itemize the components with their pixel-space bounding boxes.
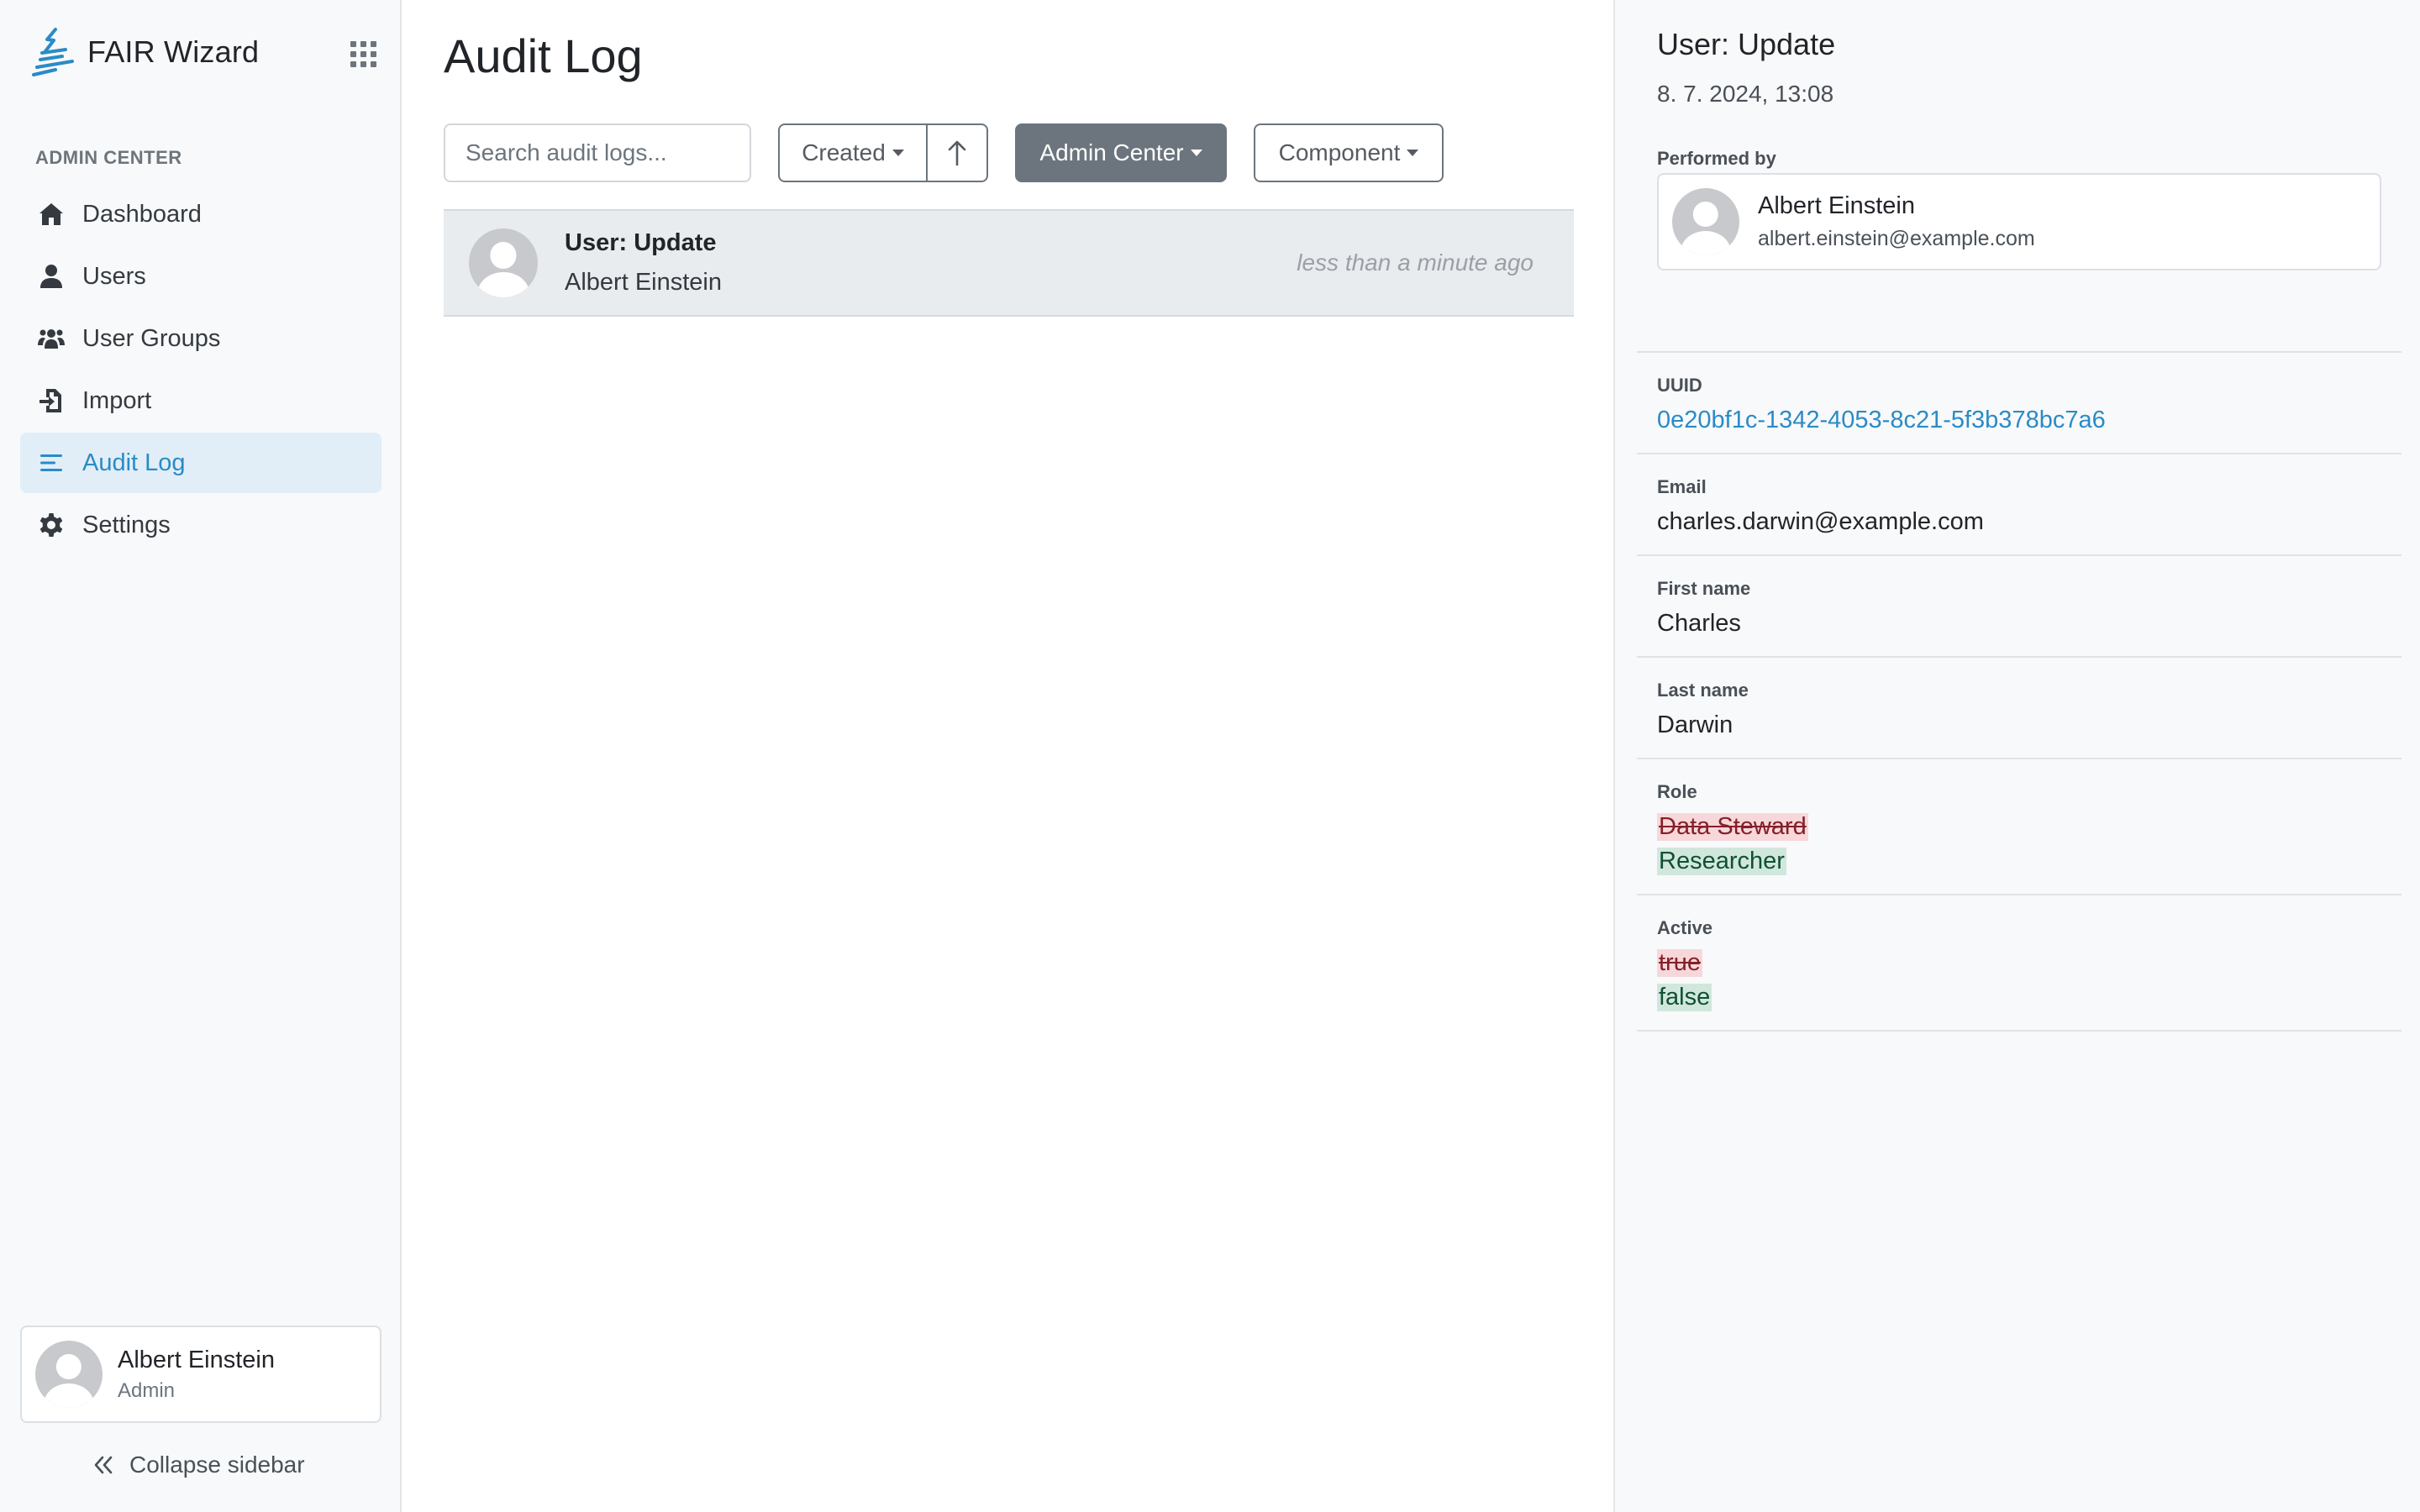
profile-name: Albert Einstein — [118, 1346, 275, 1373]
sidebar-section-title: ADMIN CENTER — [35, 147, 182, 168]
double-chevron-left-icon — [94, 1456, 113, 1474]
file-import-icon — [37, 386, 66, 415]
home-icon — [37, 200, 66, 228]
sidebar-item-label: Dashboard — [82, 200, 202, 228]
detail-date: 8. 7. 2024, 13:08 — [1657, 81, 1834, 107]
log-user: Albert Einstein — [565, 269, 722, 296]
avatar — [1672, 188, 1739, 255]
field-label: Role — [1657, 781, 1697, 802]
audit-detail-panel: User: Update 8. 7. 2024, 13:08 Performed… — [1613, 0, 2420, 1512]
avatar — [35, 1341, 103, 1408]
apps-grid-icon[interactable] — [346, 37, 380, 71]
performer-email: albert.einstein@example.com — [1758, 227, 2035, 250]
brand[interactable]: FAIR Wizard — [30, 25, 259, 79]
detail-title: User: Update — [1657, 27, 1836, 61]
collapse-sidebar-label: Collapse sidebar — [129, 1452, 305, 1478]
sort-direction-button[interactable] — [928, 123, 988, 182]
gear-icon — [37, 511, 66, 539]
sidebar-item-label: Audit Log — [82, 449, 186, 476]
audit-log-list: User: Update Albert Einstein less than a… — [444, 209, 1574, 317]
uuid-link[interactable]: 0e20bf1c-1342-4053-8c21-5f3b378bc7a6 — [1657, 407, 2381, 434]
log-action: User: Update — [565, 229, 717, 256]
toolbar: Created Admin Center Component — [444, 123, 1444, 182]
diff-old-value: true — [1657, 949, 1702, 977]
sidebar-item-users[interactable]: Users — [20, 246, 381, 307]
sidebar: FAIR Wizard ADMIN CENTER Dashboard Users… — [0, 0, 402, 1512]
caret-down-icon — [1407, 150, 1419, 156]
page-title: Audit Log — [444, 29, 643, 82]
sidebar-item-label: Settings — [82, 511, 171, 538]
users-icon — [37, 324, 66, 353]
caret-down-icon — [1190, 150, 1202, 156]
diff-new-value: false — [1657, 984, 1712, 1011]
sidebar-item-audit-log[interactable]: Audit Log — [20, 433, 381, 493]
field-last-name: Last name Darwin — [1637, 656, 2402, 758]
profile-role: Admin — [118, 1378, 176, 1402]
performer-card: Albert Einstein albert.einstein@example.… — [1657, 173, 2381, 270]
detail-fields: UUID 0e20bf1c-1342-4053-8c21-5f3b378bc7a… — [1637, 351, 2402, 1032]
main-content: Audit Log Created Admin Center Component — [403, 0, 1613, 1512]
performer-name: Albert Einstein — [1758, 192, 1915, 219]
caret-down-icon — [892, 150, 904, 156]
sidebar-item-label: User Groups — [82, 324, 221, 352]
diff-old-value: Data Steward — [1657, 813, 1808, 841]
field-value: charles.darwin@example.com — [1657, 508, 1984, 535]
sort-by-dropdown[interactable]: Created — [778, 123, 928, 182]
field-role: Role Data Steward Researcher — [1637, 758, 2402, 894]
field-uuid: UUID 0e20bf1c-1342-4053-8c21-5f3b378bc7a… — [1637, 351, 2402, 453]
field-label: First name — [1657, 578, 1751, 599]
sidebar-item-user-groups[interactable]: User Groups — [20, 308, 381, 369]
list-icon — [37, 449, 66, 477]
field-active: Active true false — [1637, 894, 2402, 1032]
sidebar-item-label: Import — [82, 386, 152, 414]
avatar — [469, 228, 538, 297]
component-filter-dropdown[interactable]: Component — [1254, 123, 1444, 182]
field-label: Last name — [1657, 680, 1749, 701]
performed-by-label: Performed by — [1657, 148, 1776, 169]
sidebar-item-import[interactable]: Import — [20, 370, 381, 431]
field-label: UUID — [1657, 375, 1702, 396]
field-label: Active — [1657, 917, 1713, 938]
fair-wizard-logo-icon — [32, 28, 74, 76]
search-input[interactable] — [444, 123, 751, 182]
field-first-name: First name Charles — [1637, 554, 2402, 656]
component-filter-label: Component — [1278, 139, 1401, 165]
sidebar-nav: Dashboard Users User Groups Import Audit… — [20, 184, 381, 557]
admin-center-filter-label: Admin Center — [1039, 139, 1184, 165]
admin-center-filter-dropdown[interactable]: Admin Center — [1015, 123, 1227, 182]
brand-name: FAIR Wizard — [87, 34, 260, 69]
user-icon — [37, 262, 66, 291]
field-label: Email — [1657, 476, 1707, 497]
sidebar-item-settings[interactable]: Settings — [20, 495, 381, 555]
field-email: Email charles.darwin@example.com — [1637, 453, 2402, 554]
sidebar-item-dashboard[interactable]: Dashboard — [20, 184, 381, 244]
sidebar-item-label: Users — [82, 262, 146, 290]
diff-new-value: Researcher — [1657, 848, 1786, 875]
user-profile-menu[interactable]: Albert Einstein Admin — [20, 1326, 381, 1423]
field-value: Charles — [1657, 610, 1741, 637]
log-timestamp: less than a minute ago — [1297, 249, 1534, 276]
arrow-up-icon — [948, 140, 966, 166]
field-value: Darwin — [1657, 711, 1733, 738]
sort-by-label: Created — [802, 139, 886, 165]
collapse-sidebar-button[interactable]: Collapse sidebar — [91, 1452, 305, 1478]
list-item[interactable]: User: Update Albert Einstein less than a… — [444, 209, 1574, 317]
sort-group: Created — [778, 123, 988, 182]
